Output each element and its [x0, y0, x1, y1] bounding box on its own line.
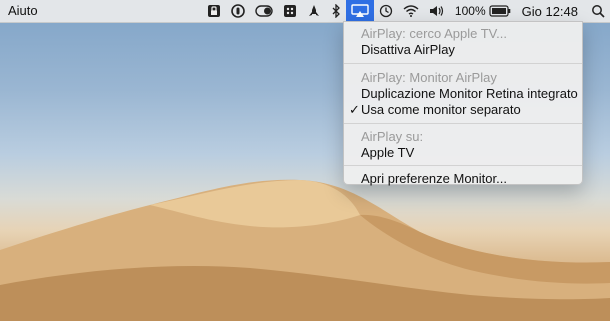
toggle-icon[interactable]	[250, 0, 278, 22]
open-display-prefs-item[interactable]: Apri preferenze Monitor...	[361, 171, 507, 187]
battery-percent: 100%	[454, 4, 486, 18]
lock-icon[interactable]	[202, 0, 226, 22]
menu-separator	[344, 123, 582, 124]
menu-bar: Aiuto 100% Gio 12:48	[0, 0, 610, 23]
separate-display-item[interactable]: Usa come monitor separato	[361, 102, 521, 118]
airplay-searching-header: AirPlay: cerco Apple TV...	[361, 26, 507, 41]
rocket-icon[interactable]	[302, 0, 326, 22]
menu-separator	[344, 63, 582, 64]
disable-airplay-item[interactable]: Disattiva AirPlay	[361, 42, 455, 58]
airplay-to-header: AirPlay su:	[361, 129, 424, 144]
apple-tv-item[interactable]: Apple TV	[361, 145, 414, 161]
time-machine-icon[interactable]	[374, 0, 398, 22]
help-menu[interactable]: Aiuto	[8, 3, 38, 18]
airplay-monitor-header: AirPlay: Monitor AirPlay	[361, 70, 497, 85]
grid-icon[interactable]	[278, 0, 302, 22]
airplay-icon[interactable]	[345, 0, 374, 22]
bluetooth-icon[interactable]	[326, 0, 346, 22]
wifi-icon[interactable]	[398, 0, 424, 22]
circle-icon[interactable]	[226, 0, 250, 22]
battery-icon	[489, 5, 511, 17]
status-area: 100% Gio 12:48	[202, 0, 610, 22]
mirror-display-item[interactable]: Duplicazione Monitor Retina integrato	[361, 86, 578, 102]
volume-icon[interactable]	[424, 0, 450, 22]
checkmark-icon: ✓	[349, 102, 360, 117]
search-icon[interactable]	[586, 0, 610, 22]
battery-indicator[interactable]: 100%	[450, 0, 516, 22]
menu-separator	[344, 165, 582, 166]
airplay-menu: AirPlay: cerco Apple TV... Disattiva Air…	[343, 21, 583, 187]
clock[interactable]: Gio 12:48	[516, 0, 586, 22]
